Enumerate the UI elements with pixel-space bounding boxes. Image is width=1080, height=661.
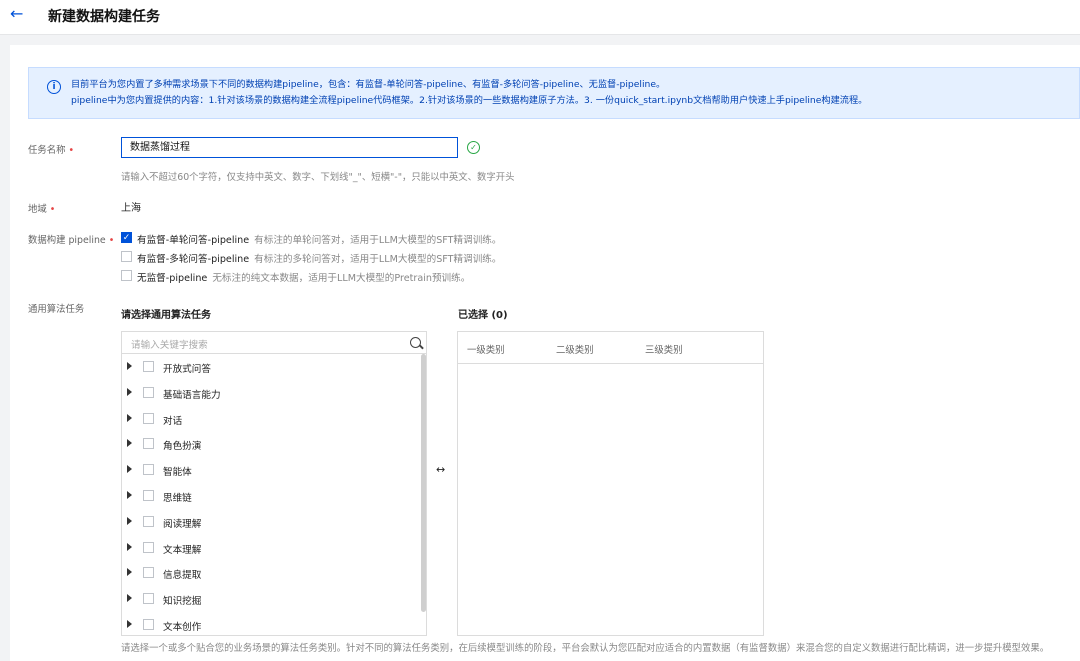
caret-right-icon[interactable] xyxy=(127,388,132,396)
caret-right-icon[interactable] xyxy=(127,517,132,525)
tree-item-checkbox[interactable] xyxy=(143,387,154,398)
caret-right-icon[interactable] xyxy=(127,362,132,370)
tree-item[interactable]: 阅读理解 xyxy=(122,512,422,532)
region-label: 地域 • xyxy=(28,204,56,215)
notice-line-2: pipeline中为您内置提供的内容：1.针对该场景的数据构建全流程pipeli… xyxy=(71,95,868,106)
caret-right-icon[interactable] xyxy=(127,465,132,473)
task-name-label: 任务名称 • xyxy=(28,145,75,156)
tree-item-checkbox[interactable] xyxy=(143,567,154,578)
pipeline-checkbox-unsupervised[interactable] xyxy=(121,270,132,281)
pipeline-option-multi-turn[interactable]: 有监督-多轮问答-pipeline 有标注的多轮问答对，适用于LLM大模型的SFT… xyxy=(137,251,502,265)
notice-line-1: 目前平台为您内置了多种需求场景下不同的数据构建pipeline，包含：有监督-单… xyxy=(71,79,666,90)
tree-item[interactable]: 对话 xyxy=(122,409,422,429)
tree-item[interactable]: 文本理解 xyxy=(122,538,422,558)
tree-item[interactable]: 信息提取 xyxy=(122,563,422,583)
task-name-input[interactable]: 数据蒸馏过程 xyxy=(121,137,458,158)
tree-item-checkbox[interactable] xyxy=(143,490,154,501)
tree-item-checkbox[interactable] xyxy=(143,593,154,604)
tree-item-checkbox[interactable] xyxy=(143,542,154,553)
tree-item-checkbox[interactable] xyxy=(143,438,154,449)
pipeline-checkbox-single-turn[interactable]: ✓ xyxy=(121,232,132,243)
tree-item[interactable]: 角色扮演 xyxy=(122,434,422,454)
search-icon[interactable] xyxy=(410,337,421,348)
selected-table-header: 一级类别 二级类别 三级类别 xyxy=(458,332,763,364)
task-search-input[interactable]: 请输入关键字搜索 xyxy=(122,332,426,354)
tree-item[interactable]: 开放式问答 xyxy=(122,357,422,377)
arrow-left-icon[interactable]: ← xyxy=(10,4,23,23)
notice-banner: i 目前平台为您内置了多种需求场景下不同的数据构建pipeline，包含：有监督… xyxy=(28,67,1080,119)
pipeline-label: 数据构建 pipeline • xyxy=(28,235,115,246)
task-name-hint: 请输入不超过60个字符，仅支持中英文、数字、下划线"_"、短横"-"，只能以中英… xyxy=(121,172,515,183)
tree-item[interactable]: 文本创作 xyxy=(122,615,422,635)
tree-item-checkbox[interactable] xyxy=(143,619,154,630)
algo-task-label: 通用算法任务 xyxy=(28,304,85,315)
page-title: 新建数据构建任务 xyxy=(48,9,160,25)
caret-right-icon[interactable] xyxy=(127,543,132,551)
tree-item[interactable]: 智能体 xyxy=(122,460,422,480)
task-selector-panel: 请输入关键字搜索 开放式问答 基础语言能力 对话 角色扮演 智能体 思维链 阅读… xyxy=(121,331,427,636)
tree-item[interactable]: 基础语言能力 xyxy=(122,383,422,403)
tree-item[interactable]: 思维链 xyxy=(122,486,422,506)
algo-task-hint: 请选择一个或多个贴合您的业务场景的算法任务类别。针对不同的算法任务类别，在后续模… xyxy=(121,643,1050,654)
selected-title: 已选择 (0) xyxy=(458,310,508,321)
pipeline-checkbox-multi-turn[interactable] xyxy=(121,251,132,262)
caret-right-icon[interactable] xyxy=(127,439,132,447)
tree-item-checkbox[interactable] xyxy=(143,361,154,372)
column-header: 三级类别 xyxy=(645,345,683,356)
pipeline-option-unsupervised[interactable]: 无监督-pipeline 无标注的纯文本数据，适用于LLM大模型的Pretrain… xyxy=(137,270,470,284)
tree-item-checkbox[interactable] xyxy=(143,413,154,424)
pipeline-option-single-turn[interactable]: 有监督-单轮问答-pipeline 有标注的单轮问答对，适用于LLM大模型的SFT… xyxy=(137,232,502,246)
column-header: 二级类别 xyxy=(556,345,594,356)
caret-right-icon[interactable] xyxy=(127,620,132,628)
tree-item-checkbox[interactable] xyxy=(143,516,154,527)
top-bar: ← 新建数据构建任务 xyxy=(0,0,1080,35)
caret-right-icon[interactable] xyxy=(127,568,132,576)
tree-scrollbar[interactable] xyxy=(421,354,426,612)
info-icon: i xyxy=(47,80,61,94)
tree-item-checkbox[interactable] xyxy=(143,464,154,475)
check-circle-icon: ✓ xyxy=(467,141,480,154)
transfer-icon: ↔ xyxy=(436,463,446,476)
column-header: 一级类别 xyxy=(467,345,505,356)
tree-item[interactable]: 知识挖掘 xyxy=(122,589,422,609)
select-title: 请选择通用算法任务 xyxy=(121,310,211,321)
caret-right-icon[interactable] xyxy=(127,594,132,602)
caret-right-icon[interactable] xyxy=(127,414,132,422)
form-content: i 目前平台为您内置了多种需求场景下不同的数据构建pipeline，包含：有监督… xyxy=(10,45,1080,661)
caret-right-icon[interactable] xyxy=(127,491,132,499)
region-value: 上海 xyxy=(121,203,141,214)
selected-panel: 一级类别 二级类别 三级类别 xyxy=(457,331,764,636)
